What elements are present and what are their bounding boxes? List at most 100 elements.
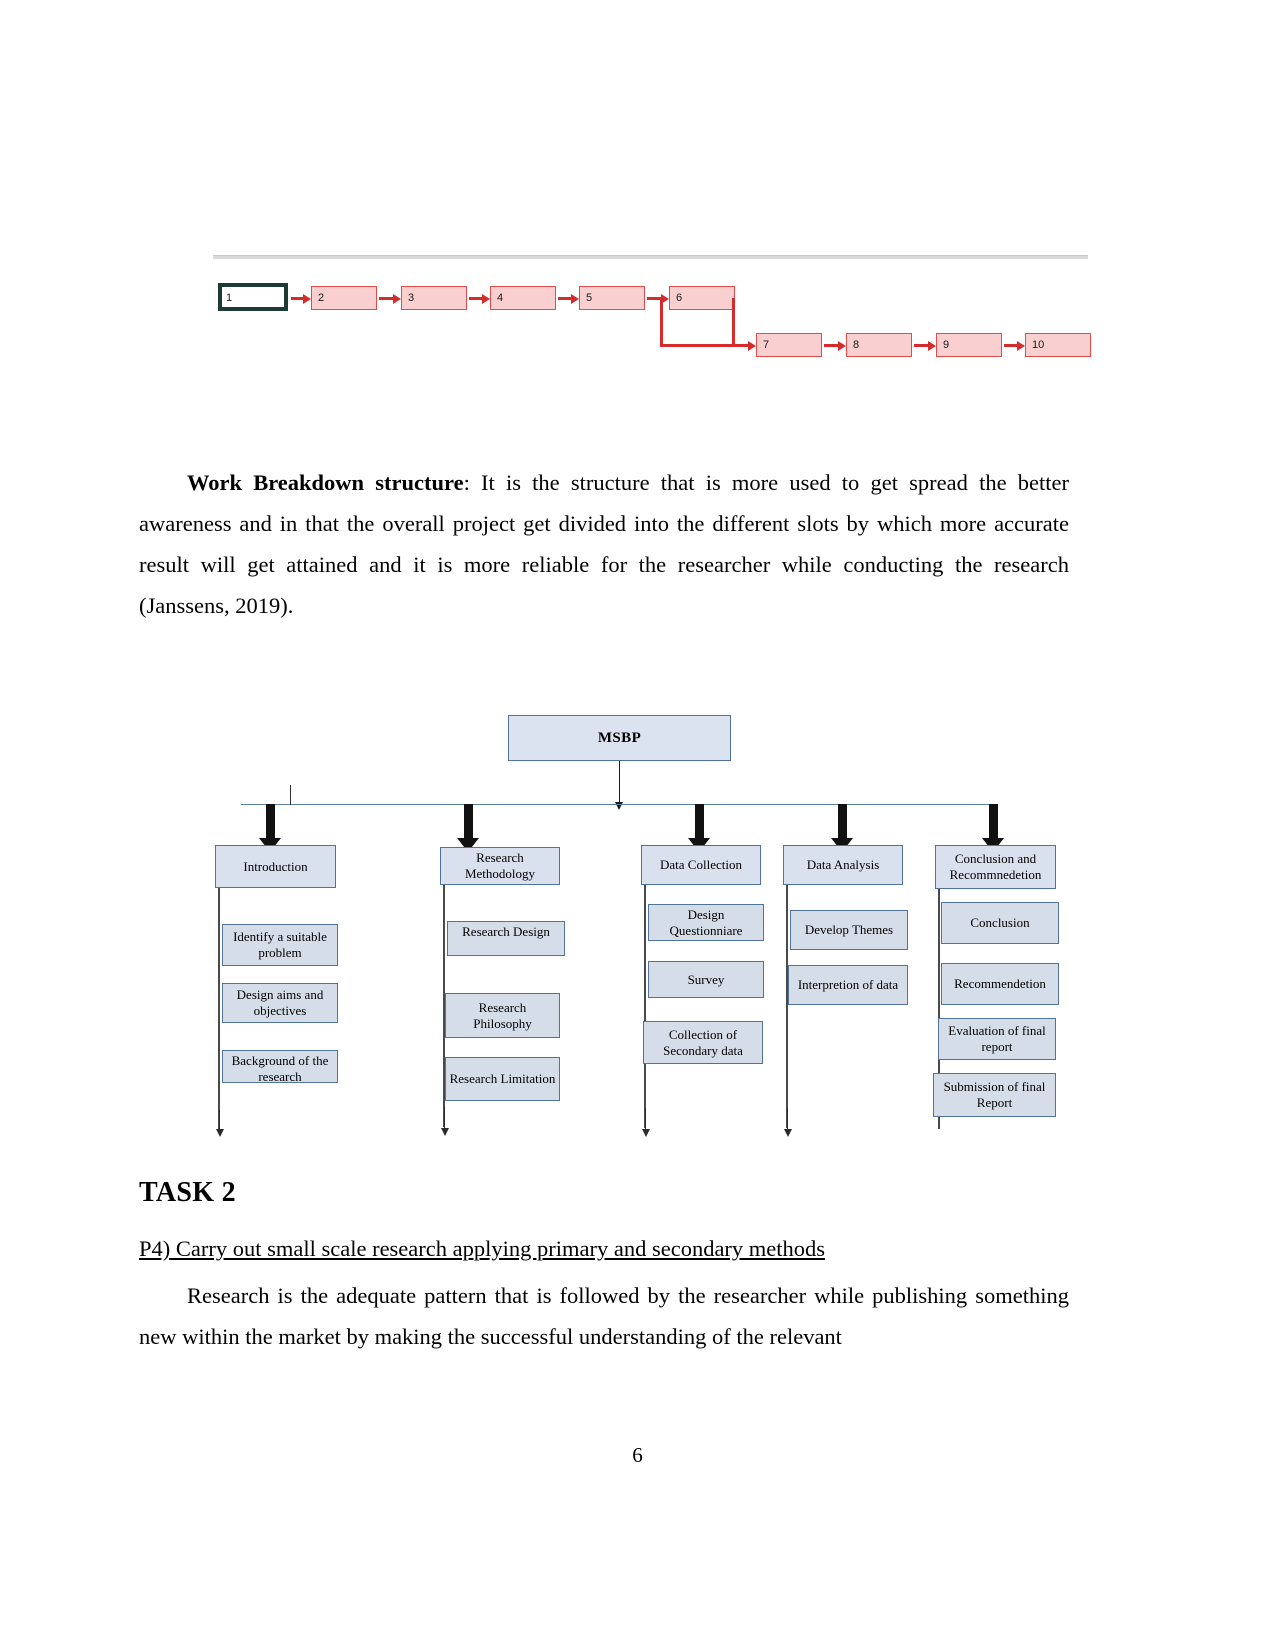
wbs-tail-data-collection bbox=[641, 1108, 650, 1137]
network-node-2: 2 bbox=[311, 286, 377, 310]
wbs-branch-data-analysis: Data Analysis bbox=[783, 845, 903, 885]
wbs-branch-introduction: Introduction bbox=[215, 845, 336, 888]
network-node-label: 2 bbox=[318, 292, 325, 304]
network-node-label: 10 bbox=[1032, 339, 1045, 351]
network-node-7: 7 bbox=[756, 333, 822, 357]
page-number-label: 6 bbox=[632, 1443, 643, 1467]
network-node-8: 8 bbox=[846, 333, 912, 357]
wbs-branch-arrow-data-analysis bbox=[831, 804, 853, 852]
document-page: 1 2 3 4 5 6 7 8 9 10 Work Breakdown stru… bbox=[0, 0, 1275, 1651]
network-node-3: 3 bbox=[401, 286, 467, 310]
wbs-root-stem bbox=[615, 761, 623, 810]
wbs-item-evaluation-final-report: Evaluation of final report bbox=[938, 1018, 1056, 1060]
research-paragraph-text: Research is the adequate pattern that is… bbox=[139, 1283, 1069, 1349]
network-elbow-5-7-vertical bbox=[660, 298, 663, 344]
network-node-5: 5 bbox=[579, 286, 645, 310]
wbs-tail-introduction bbox=[215, 1110, 224, 1137]
wbs-item-label: Design Questionniare bbox=[669, 907, 743, 938]
wbs-item-label: Research Design bbox=[462, 924, 550, 939]
wbs-item-label: Collection of Secondary data bbox=[663, 1026, 743, 1058]
wbs-branch-label: Data Analysis bbox=[806, 857, 880, 872]
diagram-top-rule bbox=[213, 255, 1088, 259]
p4-subheading-label: P4) Carry out small scale research apply… bbox=[139, 1236, 826, 1261]
network-arrow-4-5 bbox=[558, 293, 579, 304]
wbs-branch-label: Data Collection bbox=[660, 857, 742, 872]
task-heading-label: TASK 2 bbox=[139, 1177, 236, 1208]
wbs-branch-label: Research Methodology bbox=[464, 850, 536, 881]
wbs-item-collection-secondary-data: Collection of Secondary data bbox=[643, 1021, 763, 1064]
wbs-item-interpretation-of-data: Interpretion of data bbox=[788, 965, 908, 1005]
network-node-label: 8 bbox=[853, 339, 860, 351]
wbs-item-label: Identify a suitable problem bbox=[233, 929, 327, 960]
wbs-branch-arrow-conclusion bbox=[982, 804, 1004, 852]
work-breakdown-structure-diagram: MSBP Introduction Identify a suitable pr… bbox=[205, 705, 1085, 1155]
wbs-item-label: Submission of final Report bbox=[943, 1079, 1046, 1110]
network-arrow-8-9 bbox=[914, 340, 936, 351]
wbs-item-research-limitation: Research Limitation bbox=[445, 1057, 560, 1101]
wbs-branch-arrow-data-collection bbox=[688, 804, 710, 852]
wbs-item-research-design: Research Design bbox=[447, 921, 565, 956]
wbs-horizontal-bus bbox=[241, 804, 998, 805]
wbs-item-submission-final-report: Submission of final Report bbox=[933, 1073, 1056, 1117]
wbs-item-label: Research Philosophy bbox=[473, 999, 532, 1031]
network-node-label: 7 bbox=[763, 339, 770, 351]
wbs-item-survey: Survey bbox=[648, 961, 764, 998]
network-node-4: 4 bbox=[490, 286, 556, 310]
wbs-term-bold: Work Breakdown structure bbox=[187, 470, 464, 495]
network-elbow-6-7-horizontal bbox=[732, 344, 752, 347]
wbs-spine-data-collection bbox=[644, 885, 646, 1128]
network-node-9: 9 bbox=[936, 333, 1002, 357]
wbs-branch-label: Introduction bbox=[243, 858, 308, 874]
wbs-item-label: Design aims and objectives bbox=[236, 987, 324, 1018]
wbs-item-label: Recommendetion bbox=[954, 976, 1046, 991]
network-node-6: 6 bbox=[669, 286, 735, 310]
wbs-branch-research-methodology: Research Methodology bbox=[440, 847, 560, 885]
network-node-label: 4 bbox=[497, 292, 504, 304]
wbs-item-identify-problem: Identify a suitable problem bbox=[222, 924, 338, 966]
wbs-spine-data-analysis bbox=[786, 885, 788, 1128]
network-elbow-6-7-vertical bbox=[732, 298, 735, 346]
network-node-1: 1 bbox=[218, 283, 288, 311]
wbs-item-label: Develop Themes bbox=[804, 922, 894, 937]
network-arrow-1-2 bbox=[291, 293, 311, 304]
network-arrow-9-10 bbox=[1004, 340, 1025, 351]
wbs-item-label: Background of the research bbox=[231, 1053, 329, 1083]
wbs-spine-introduction bbox=[218, 888, 220, 1130]
wbs-intro-paragraph: Work Breakdown structure: It is the stru… bbox=[139, 462, 1069, 626]
research-paragraph: Research is the adequate pattern that is… bbox=[139, 1275, 1069, 1357]
p4-subheading: P4) Carry out small scale research apply… bbox=[139, 1236, 825, 1262]
wbs-item-background-research: Background of the research bbox=[222, 1050, 338, 1083]
stray-mark bbox=[290, 785, 291, 805]
wbs-item-label: Research Limitation bbox=[449, 1071, 556, 1086]
wbs-item-research-philosophy: Research Philosophy bbox=[445, 993, 560, 1038]
wbs-branch-label: Conclusion and Recommnedetion bbox=[949, 851, 1042, 882]
wbs-item-design-aims: Design aims and objectives bbox=[222, 983, 338, 1023]
wbs-root-label: MSBP bbox=[597, 730, 642, 746]
network-arrow-7-8 bbox=[824, 340, 846, 351]
network-node-label: 6 bbox=[676, 292, 683, 304]
wbs-tail-data-analysis bbox=[783, 1108, 792, 1137]
wbs-root-node: MSBP bbox=[508, 715, 731, 761]
wbs-branch-arrow-research-methodology bbox=[457, 804, 479, 852]
wbs-branch-conclusion-recommendation: Conclusion and Recommnedetion bbox=[935, 845, 1056, 889]
wbs-item-label: Interpretion of data bbox=[797, 977, 899, 992]
wbs-item-recommendation: Recommendetion bbox=[941, 963, 1059, 1005]
wbs-item-label: Survey bbox=[687, 971, 725, 987]
network-node-label: 5 bbox=[586, 292, 593, 304]
network-node-10: 10 bbox=[1025, 333, 1091, 357]
wbs-item-conclusion: Conclusion bbox=[941, 902, 1059, 944]
network-node-label: 9 bbox=[943, 339, 950, 351]
network-arrow-3-4 bbox=[469, 293, 490, 304]
wbs-item-develop-themes: Develop Themes bbox=[790, 910, 908, 950]
network-node-label: 1 bbox=[226, 292, 233, 304]
precedence-network-diagram: 1 2 3 4 5 6 7 8 9 10 bbox=[213, 255, 1091, 365]
wbs-branch-arrow-introduction bbox=[259, 804, 281, 852]
wbs-item-label: Evaluation of final report bbox=[948, 1023, 1046, 1054]
task-heading: TASK 2 bbox=[139, 1177, 236, 1209]
network-node-label: 3 bbox=[408, 292, 415, 304]
wbs-tail-research-methodology bbox=[440, 1107, 449, 1136]
wbs-item-design-questionnaire: Design Questionniare bbox=[648, 904, 764, 941]
wbs-item-label: Conclusion bbox=[970, 915, 1030, 930]
page-number: 6 bbox=[0, 1443, 1275, 1468]
wbs-branch-data-collection: Data Collection bbox=[641, 845, 761, 885]
